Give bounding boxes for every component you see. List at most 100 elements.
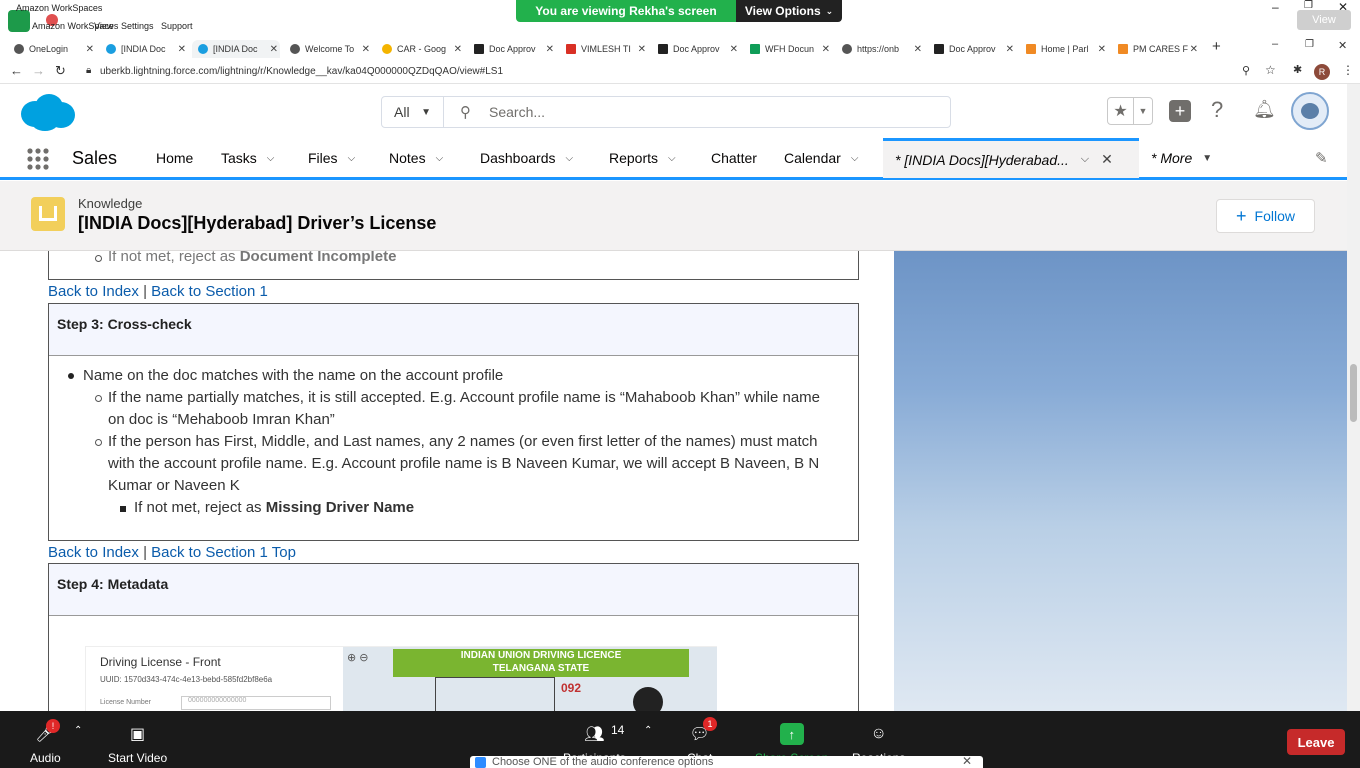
browser-tab[interactable]: Doc Approv ✕ (468, 40, 556, 58)
browser-restore-icon[interactable]: ❐ (1305, 39, 1314, 50)
minimize-icon[interactable]: – (1272, 0, 1279, 14)
nav-item-more[interactable]: * More ▼ (1151, 150, 1212, 166)
notifications-bell-icon[interactable]: 🔔︎ (1253, 99, 1276, 120)
browser-tab[interactable]: CAR - Goog ✕ (376, 40, 464, 58)
back-icon[interactable]: ← (10, 63, 23, 78)
chevron-down-icon[interactable]: ⌵ (851, 153, 859, 164)
menu-settings[interactable]: Settings (121, 21, 154, 31)
chevron-down-icon[interactable]: ⌵ (267, 153, 275, 164)
chevron-down-icon: ⌄ (825, 5, 834, 16)
nav-item-chatter[interactable]: Chatter (711, 150, 757, 166)
chevron-down-icon[interactable]: ⌵ (566, 153, 574, 164)
scrollbar-thumb[interactable] (1350, 364, 1357, 422)
browser-tab[interactable]: https://onb ✕ (836, 40, 924, 58)
leave-button[interactable]: Leave (1287, 729, 1345, 755)
back-to-index-link[interactable]: Back to Index (48, 544, 139, 561)
close-tab-icon[interactable]: ✕ (362, 44, 370, 55)
back-to-section-1-link[interactable]: Back to Section 1 (151, 283, 268, 300)
audio-popup-text: Choose ONE of the audio conference optio… (492, 756, 714, 768)
new-tab-icon[interactable]: + (1212, 38, 1221, 55)
close-tab-icon[interactable]: ✕ (638, 44, 646, 55)
view-button[interactable]: View (1297, 10, 1351, 30)
browser-minimize-icon[interactable]: – (1272, 38, 1278, 50)
browser-close-icon[interactable]: ✕ (1338, 39, 1347, 52)
help-icon[interactable]: ? (1211, 97, 1223, 123)
view-options-button[interactable]: View Options ⌄ (736, 0, 842, 22)
global-search[interactable]: All ▼ ⚲ Search... (381, 96, 951, 128)
browser-tab[interactable]: Doc Approv ✕ (652, 40, 740, 58)
metadata-screenshot-image: Driving License - Front UUID: 1570d343-4… (85, 646, 717, 711)
close-tab-icon[interactable]: ✕ (178, 44, 186, 55)
nav-item-dashboards[interactable]: Dashboards ⌵ (480, 150, 573, 166)
browser-tab-active[interactable]: [INDIA Doc ✕ (192, 40, 280, 58)
browser-tab[interactable]: [INDIA Doc ✕ (100, 40, 188, 58)
close-tab-icon[interactable]: ✕ (730, 44, 738, 55)
close-tab-icon[interactable]: ✕ (914, 44, 922, 55)
video-off-icon: ▣ (130, 726, 146, 743)
nav-item-home[interactable]: Home (156, 150, 193, 166)
prev-text-b: Document Incomplete (239, 251, 397, 265)
browser-tab[interactable]: Doc Approv ✕ (928, 40, 1016, 58)
chevron-down-icon[interactable]: ⌵ (1081, 153, 1089, 166)
close-tab-icon[interactable]: ✕ (1006, 44, 1014, 55)
nav-item-reports[interactable]: Reports ⌵ (609, 150, 676, 166)
shield-icon (8, 10, 30, 32)
share-banner-text: You are viewing Rekha's screen (516, 0, 736, 22)
browser-tab[interactable]: Welcome To ✕ (284, 40, 372, 58)
nav-item-tasks[interactable]: Tasks ⌵ (221, 150, 274, 166)
image-zoom-controls-icon[interactable]: ⊕ ⊖ (347, 651, 369, 664)
forward-icon[interactable]: → (32, 63, 45, 78)
article-content: If not met, reject as Document Incomplet… (0, 251, 1347, 711)
bookmark-star-icon[interactable]: ☆ (1265, 63, 1276, 77)
search-input[interactable]: ⚲ Search... (444, 97, 950, 127)
url-field[interactable]: uberkb.lightning.force.com/lightning/r/K… (100, 66, 503, 77)
close-tab-icon[interactable]: ✕ (86, 44, 94, 55)
zoom-icon[interactable]: ⚲ (1242, 64, 1250, 77)
tab-record-active[interactable]: * [INDIA Docs][Hyderabad... ⌵ ✕ (883, 138, 1139, 178)
close-tab-icon[interactable]: ✕ (822, 44, 830, 55)
browser-tab[interactable]: WFH Docun ✕ (744, 40, 832, 58)
user-avatar[interactable] (1291, 92, 1329, 130)
kebab-menu-icon[interactable]: ⋮ (1342, 63, 1354, 77)
browser-tab[interactable]: PM CARES F ✕ (1112, 40, 1200, 58)
salesforce-cloud-icon[interactable] (17, 92, 77, 132)
nav-item-label: Notes (389, 150, 426, 166)
close-tab-icon[interactable]: ✕ (1101, 151, 1113, 168)
browser-tab[interactable]: Home | Parl ✕ (1020, 40, 1108, 58)
app-launcher-icon[interactable] (27, 148, 49, 170)
browser-tab[interactable]: VIMLESH TI ✕ (560, 40, 648, 58)
audio-options-popup[interactable]: Choose ONE of the audio conference optio… (470, 756, 983, 768)
start-video-button[interactable]: ▣ Start Video (108, 723, 167, 765)
nav-item-files[interactable]: Files ⌵ (308, 150, 355, 166)
edit-nav-pencil-icon[interactable]: ✎ (1315, 149, 1328, 167)
back-to-section-1-top-link[interactable]: Back to Section 1 Top (151, 544, 296, 561)
chevron-down-icon[interactable]: ⌵ (436, 153, 444, 164)
chevron-up-icon[interactable]: ⌃ (644, 725, 652, 736)
close-tab-icon[interactable]: ✕ (1098, 44, 1106, 55)
profile-avatar[interactable]: R (1314, 64, 1330, 80)
chevron-up-icon[interactable]: ⌃ (74, 725, 82, 736)
reload-icon[interactable]: ↻ (55, 63, 66, 79)
extensions-icon[interactable]: ✱ (1293, 63, 1302, 76)
salesforce-header: All ▼ ⚲ Search... ★ ▼ + ? 🔔︎ (0, 84, 1347, 138)
follow-button[interactable]: + Follow (1216, 199, 1315, 233)
search-scope-select[interactable]: All ▼ (382, 97, 444, 127)
global-actions-icon[interactable]: + (1169, 100, 1191, 122)
nav-item-calendar[interactable]: Calendar ⌵ (784, 150, 858, 166)
chevron-down-icon[interactable]: ⌵ (668, 153, 676, 164)
close-popup-icon[interactable]: ✕ (962, 756, 972, 768)
close-tab-icon[interactable]: ✕ (1190, 44, 1198, 55)
nav-item-notes[interactable]: Notes ⌵ (389, 150, 443, 166)
back-to-index-link[interactable]: Back to Index (48, 283, 139, 300)
close-tab-icon[interactable]: ✕ (454, 44, 462, 55)
page-scrollbar[interactable] (1347, 84, 1360, 711)
bullet-1b-line-2: with the account profile name. E.g. Acco… (108, 455, 820, 472)
close-tab-icon[interactable]: ✕ (546, 44, 554, 55)
menu-view[interactable]: View (94, 21, 113, 31)
close-tab-icon[interactable]: ✕ (270, 44, 278, 55)
browser-tab[interactable]: OneLogin ✕ (8, 40, 96, 58)
menu-support[interactable]: Support (161, 21, 193, 31)
document-icon (474, 44, 484, 54)
favorites-button[interactable]: ★ ▼ (1107, 97, 1153, 125)
chevron-down-icon[interactable]: ⌵ (348, 153, 356, 164)
